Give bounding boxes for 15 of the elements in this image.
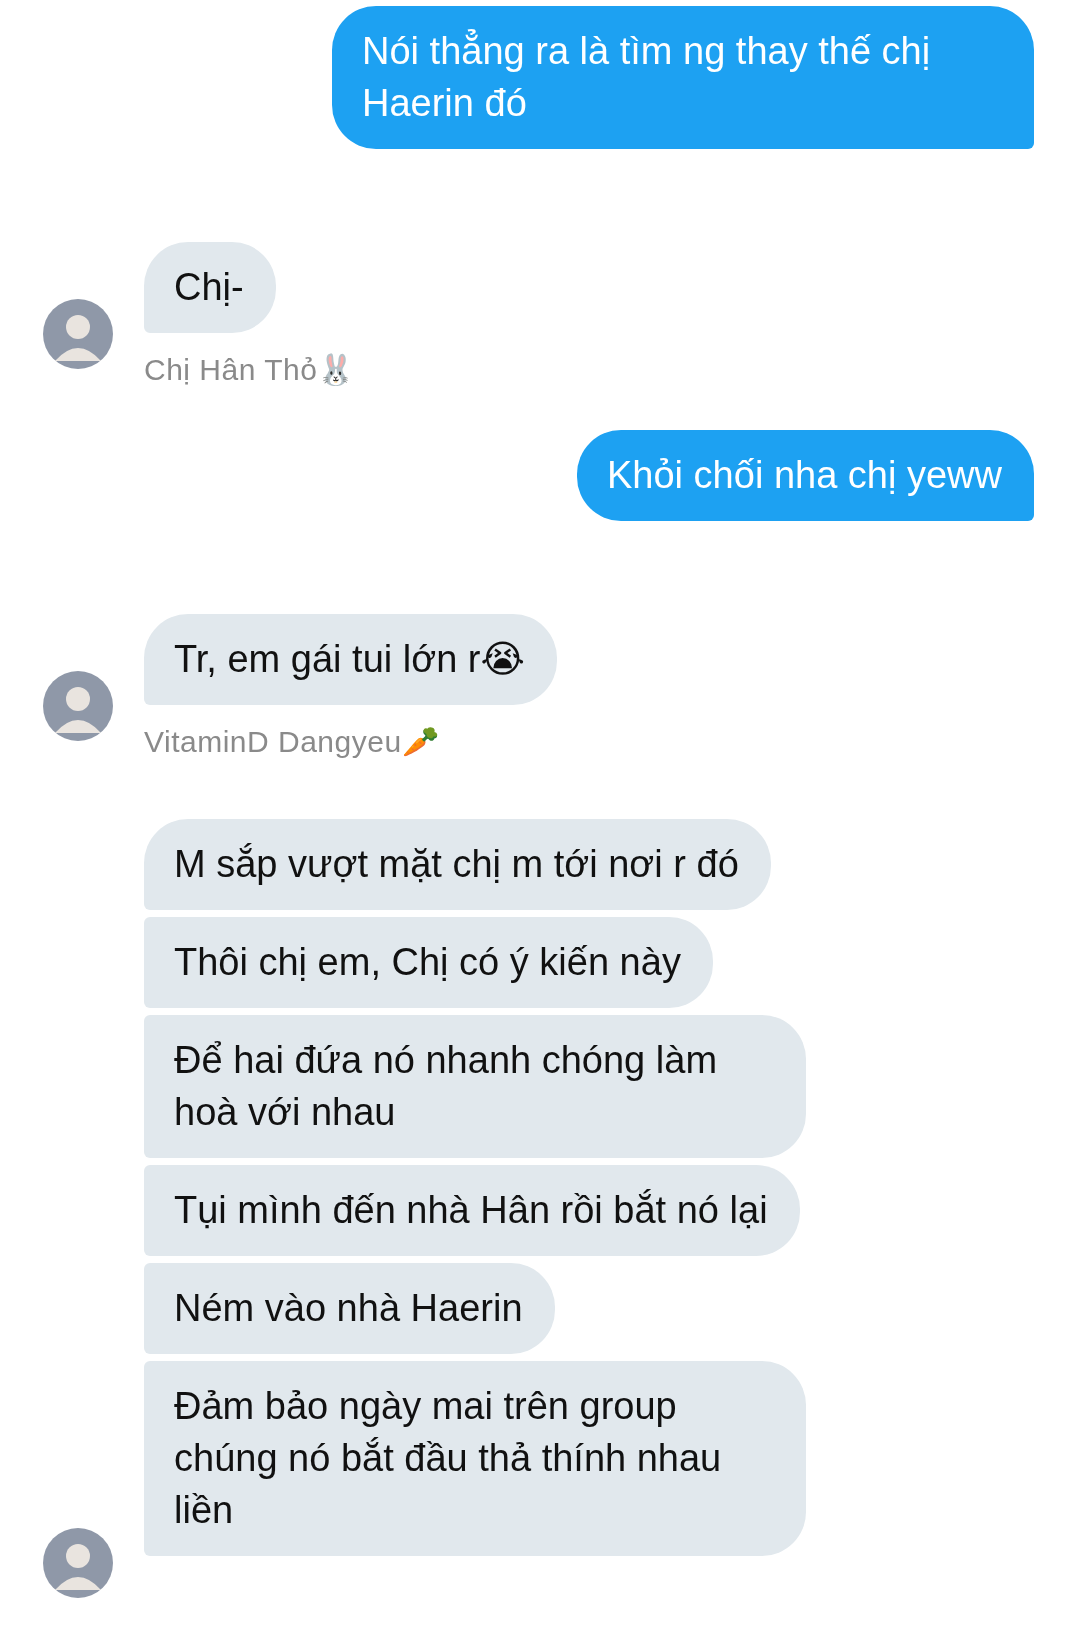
message-bubble: Tụi mình đến nhà Hân rồi bắt nó lại [144,1165,800,1256]
message-bubble: Tr, em gái tui lớn r😭 [144,614,557,705]
avatar [43,299,113,369]
message-bubble: Ném vào nhà Haerin [144,1263,555,1354]
avatar [43,671,113,741]
message-bubble: Để hai đứa nó nhanh chóng làm hoà với nhau [144,1015,806,1158]
message-bubble: Nói thẳng ra là tìm ng thay thế chị Haerin đó [332,6,1034,149]
sender-name: VitaminD Dangyeu🥕 [144,724,440,759]
message-bubble: Chị- [144,242,276,333]
sender-name: Chị Hân Thỏ🐰 [144,352,355,387]
message-bubble: M sắp vượt mặt chị m tới nơi r đó [144,819,771,910]
message-bubble: Khỏi chối nha chị yeww [577,430,1034,521]
avatar [43,1528,113,1598]
message-bubble: Đảm bảo ngày mai trên group chúng nó bắt đầu thả thính nhau liền [144,1361,806,1556]
message-bubble: Thôi chị em, Chị có ý kiến này [144,917,713,1008]
